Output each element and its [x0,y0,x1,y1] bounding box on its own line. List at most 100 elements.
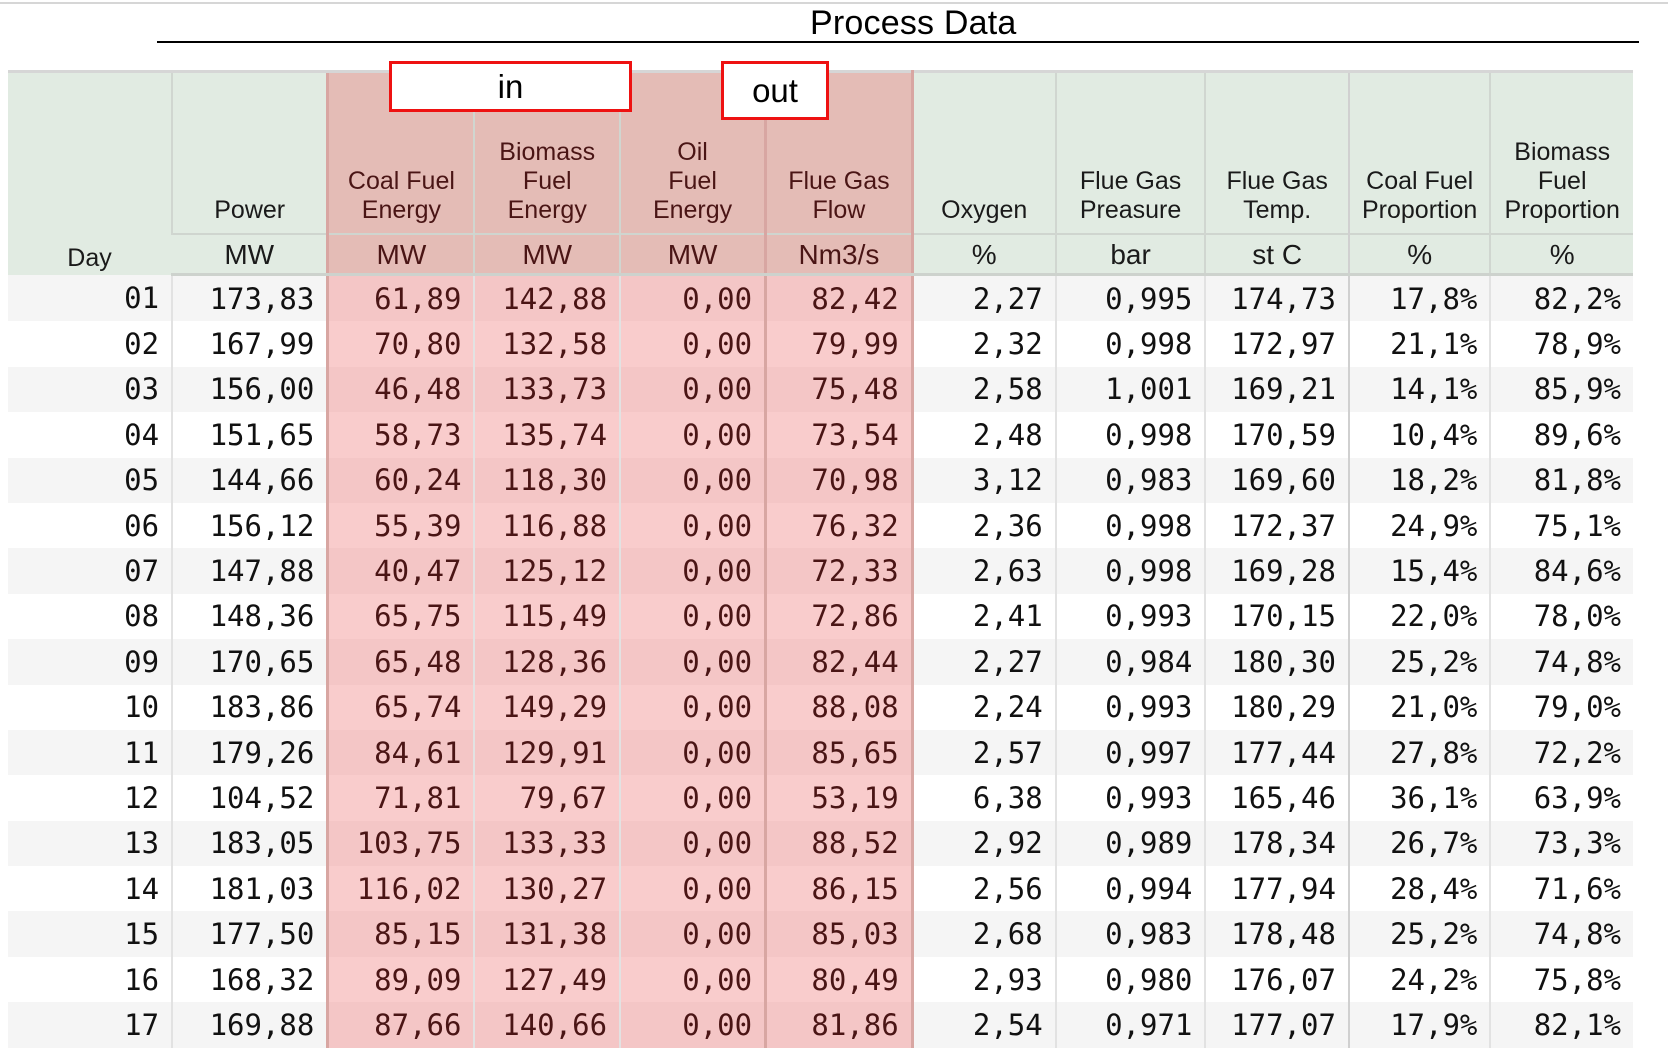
cell-day[interactable]: 09 [8,639,173,685]
cell-day[interactable]: 12 [8,775,173,821]
cell-flue-gas-flow[interactable]: 76,32 [764,502,914,549]
cell-day[interactable]: 08 [8,593,173,640]
cell-oxygen[interactable]: 2,56 [911,866,1056,912]
cell-flue-gas-pressure[interactable]: 0,998 [1054,321,1206,367]
cell-power[interactable]: 170,65 [171,639,328,685]
cell-day[interactable]: 04 [8,412,173,458]
cell-flue-gas-pressure[interactable]: 0,997 [1054,729,1206,776]
cell-biomass-fuel-energy[interactable]: 79,67 [473,775,621,821]
cell-flue-gas-flow[interactable]: 82,44 [764,639,914,685]
cell-biomass-fuel-energy[interactable]: 115,49 [473,593,621,640]
cell-coal-fuel-energy[interactable]: 60,24 [326,457,475,503]
cell-flue-gas-flow[interactable]: 72,86 [764,593,914,640]
cell-power[interactable]: 104,52 [171,775,328,821]
cell-coal-fuel-proportion[interactable]: 21,0% [1347,684,1491,730]
cell-flue-gas-pressure[interactable]: 0,993 [1054,593,1206,640]
cell-flue-gas-temp[interactable]: 178,34 [1204,820,1350,867]
cell-coal-fuel-proportion[interactable]: 14,1% [1347,366,1491,413]
cell-oxygen[interactable]: 2,93 [911,956,1056,1003]
cell-oxygen[interactable]: 2,32 [911,321,1056,367]
cell-biomass-fuel-energy[interactable]: 116,88 [473,502,621,549]
cell-coal-fuel-proportion[interactable]: 24,9% [1347,502,1491,549]
cell-flue-gas-flow[interactable]: 88,52 [764,820,914,867]
cell-coal-fuel-proportion[interactable]: 18,2% [1347,457,1491,503]
cell-day[interactable]: 02 [8,321,173,367]
cell-power[interactable]: 179,26 [171,729,328,776]
cell-flue-gas-flow[interactable]: 88,08 [764,684,914,730]
cell-oil-fuel-energy[interactable]: 0,00 [619,412,766,458]
cell-oxygen[interactable]: 2,27 [911,274,1056,322]
cell-coal-fuel-proportion[interactable]: 24,2% [1347,956,1491,1003]
cell-oxygen[interactable]: 2,92 [911,820,1056,867]
cell-power[interactable]: 183,86 [171,684,328,730]
cell-flue-gas-flow[interactable]: 82,42 [764,274,914,322]
cell-flue-gas-pressure[interactable]: 0,998 [1054,412,1206,458]
cell-flue-gas-temp[interactable]: 178,48 [1204,911,1350,957]
cell-oxygen[interactable]: 2,68 [911,911,1056,957]
cell-biomass-fuel-energy[interactable]: 130,27 [473,866,621,912]
cell-flue-gas-pressure[interactable]: 0,994 [1054,866,1206,912]
cell-power[interactable]: 148,36 [171,593,328,640]
cell-power[interactable]: 181,03 [171,866,328,912]
cell-oil-fuel-energy[interactable]: 0,00 [619,366,766,413]
cell-coal-fuel-energy[interactable]: 85,15 [326,911,475,957]
cell-oil-fuel-energy[interactable]: 0,00 [619,956,766,1003]
cell-day[interactable]: 16 [8,956,173,1003]
cell-oil-fuel-energy[interactable]: 0,00 [619,548,766,594]
cell-coal-fuel-energy[interactable]: 58,73 [326,412,475,458]
cell-coal-fuel-proportion[interactable]: 28,4% [1347,866,1491,912]
cell-biomass-fuel-proportion[interactable]: 71,6% [1489,866,1633,912]
cell-oil-fuel-energy[interactable]: 0,00 [619,775,766,821]
cell-coal-fuel-energy[interactable]: 55,39 [326,502,475,549]
cell-oxygen[interactable]: 2,24 [911,684,1056,730]
cell-biomass-fuel-proportion[interactable]: 85,9% [1489,366,1633,413]
cell-biomass-fuel-proportion[interactable]: 75,8% [1489,956,1633,1003]
cell-flue-gas-temp[interactable]: 177,44 [1204,729,1350,776]
column-header-power[interactable]: Power [171,70,328,234]
cell-flue-gas-temp[interactable]: 172,37 [1204,502,1350,549]
column-header-day[interactable]: Day [8,70,173,275]
cell-day[interactable]: 05 [8,457,173,503]
cell-flue-gas-pressure[interactable]: 0,983 [1054,911,1206,957]
cell-oxygen[interactable]: 2,36 [911,502,1056,549]
cell-biomass-fuel-energy[interactable]: 149,29 [473,684,621,730]
cell-biomass-fuel-energy[interactable]: 133,33 [473,820,621,867]
cell-power[interactable]: 156,00 [171,366,328,413]
cell-flue-gas-temp[interactable]: 169,28 [1204,548,1350,594]
cell-flue-gas-flow[interactable]: 72,33 [764,548,914,594]
cell-biomass-fuel-proportion[interactable]: 79,0% [1489,684,1633,730]
cell-oil-fuel-energy[interactable]: 0,00 [619,911,766,957]
cell-flue-gas-pressure[interactable]: 0,998 [1054,548,1206,594]
cell-flue-gas-temp[interactable]: 170,15 [1204,593,1350,640]
cell-flue-gas-flow[interactable]: 75,48 [764,366,914,413]
cell-oxygen[interactable]: 2,57 [911,729,1056,776]
cell-flue-gas-pressure[interactable]: 0,995 [1054,274,1206,322]
cell-biomass-fuel-proportion[interactable]: 82,2% [1489,274,1633,322]
cell-flue-gas-pressure[interactable]: 0,984 [1054,639,1206,685]
cell-day[interactable]: 11 [8,729,173,776]
column-header-biomass-fuel-proportion[interactable]: Biomass Fuel Proportion [1489,70,1633,234]
cell-biomass-fuel-energy[interactable]: 125,12 [473,548,621,594]
cell-flue-gas-temp[interactable]: 180,30 [1204,639,1350,685]
cell-flue-gas-temp[interactable]: 170,59 [1204,412,1350,458]
cell-coal-fuel-energy[interactable]: 65,48 [326,639,475,685]
cell-biomass-fuel-energy[interactable]: 128,36 [473,639,621,685]
cell-coal-fuel-energy[interactable]: 89,09 [326,956,475,1003]
cell-flue-gas-temp[interactable]: 177,94 [1204,866,1350,912]
cell-flue-gas-pressure[interactable]: 0,983 [1054,457,1206,503]
cell-flue-gas-temp[interactable]: 169,60 [1204,457,1350,503]
cell-coal-fuel-energy[interactable]: 65,75 [326,593,475,640]
cell-flue-gas-flow[interactable]: 80,49 [764,956,914,1003]
cell-coal-fuel-proportion[interactable]: 25,2% [1347,639,1491,685]
cell-biomass-fuel-energy[interactable]: 131,38 [473,911,621,957]
cell-coal-fuel-proportion[interactable]: 10,4% [1347,412,1491,458]
cell-power[interactable]: 183,05 [171,820,328,867]
cell-flue-gas-flow[interactable]: 85,65 [764,729,914,776]
cell-biomass-fuel-energy[interactable]: 118,30 [473,457,621,503]
cell-power[interactable]: 177,50 [171,911,328,957]
cell-flue-gas-temp[interactable]: 174,73 [1204,274,1350,322]
cell-power[interactable]: 147,88 [171,548,328,594]
cell-day[interactable]: 10 [8,684,173,730]
cell-flue-gas-temp[interactable]: 176,07 [1204,956,1350,1003]
cell-coal-fuel-energy[interactable]: 71,81 [326,775,475,821]
